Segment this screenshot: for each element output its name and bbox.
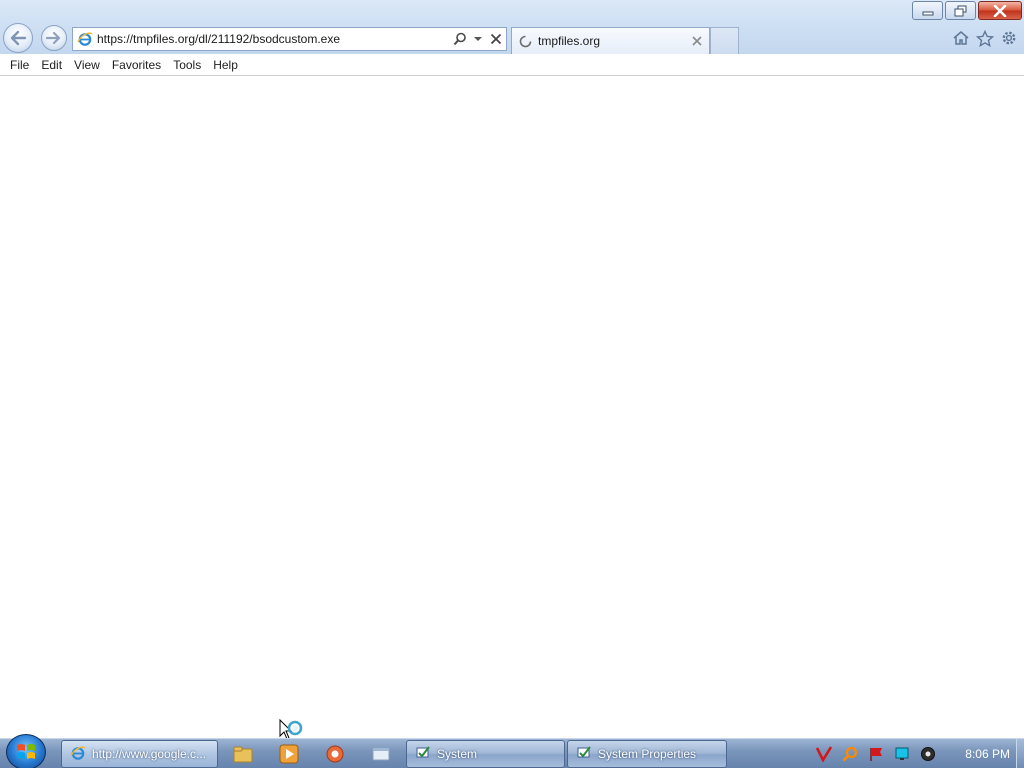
browser-titlebar: tmpfiles.org xyxy=(0,0,1024,54)
taskbar-system-button[interactable]: System xyxy=(406,740,565,768)
restore-button[interactable] xyxy=(945,1,976,20)
taskbar-system-properties-label: System Properties xyxy=(598,747,697,761)
close-button[interactable] xyxy=(978,1,1022,20)
system-properties-icon xyxy=(576,745,592,764)
explorer-icon[interactable] xyxy=(232,743,254,765)
close-icon xyxy=(993,4,1007,17)
ie-icon xyxy=(75,29,95,49)
taskbar-ie-label: http://www.google.c... xyxy=(92,747,207,761)
dropdown-icon[interactable] xyxy=(470,29,486,49)
tab-close-icon[interactable] xyxy=(689,33,705,49)
start-button[interactable] xyxy=(6,734,46,768)
show-desktop-button[interactable] xyxy=(1016,739,1024,768)
command-icons xyxy=(952,28,1018,48)
stop-icon[interactable] xyxy=(488,29,504,49)
menu-file[interactable]: File xyxy=(4,56,35,74)
media-player-icon[interactable] xyxy=(278,743,300,765)
taskbar-clock[interactable]: 8:06 PM xyxy=(965,747,1010,761)
back-arrow-icon xyxy=(10,30,27,46)
back-button[interactable] xyxy=(3,23,33,53)
forward-button[interactable] xyxy=(41,25,67,51)
minimize-icon xyxy=(922,11,933,15)
menu-view[interactable]: View xyxy=(68,56,106,74)
menu-edit[interactable]: Edit xyxy=(35,56,68,74)
restore-icon xyxy=(954,5,966,16)
menu-bar: File Edit View Favorites Tools Help xyxy=(0,54,1024,76)
system-icon xyxy=(415,745,431,764)
menu-tools[interactable]: Tools xyxy=(167,56,207,74)
volume-icon[interactable] xyxy=(919,745,937,763)
flag-icon[interactable] xyxy=(867,745,885,763)
window-icon[interactable] xyxy=(370,743,392,765)
minimize-button[interactable] xyxy=(912,1,943,20)
url-input[interactable] xyxy=(95,29,452,49)
taskbar: http://www.google.c... System System Pro… xyxy=(0,734,1024,768)
tab-tmpfiles[interactable]: tmpfiles.org xyxy=(511,27,710,54)
page-content[interactable] xyxy=(0,77,1024,738)
loading-spinner-icon xyxy=(518,34,532,48)
ie-icon xyxy=(70,745,86,764)
address-bar[interactable] xyxy=(72,27,507,51)
network-icon[interactable] xyxy=(893,745,911,763)
favorites-star-icon[interactable] xyxy=(976,28,994,48)
menu-favorites[interactable]: Favorites xyxy=(106,56,167,74)
system-tray: 8:06 PM xyxy=(815,739,1014,768)
taskbar-system-properties-button[interactable]: System Properties xyxy=(567,740,727,768)
taskbar-ie-button[interactable]: http://www.google.c... xyxy=(61,740,218,768)
search-icon[interactable] xyxy=(452,29,468,49)
menu-help[interactable]: Help xyxy=(207,56,244,74)
forward-arrow-icon xyxy=(46,31,61,45)
taskbar-system-label: System xyxy=(437,747,478,761)
tab-label: tmpfiles.org xyxy=(538,34,601,48)
windows-logo-icon xyxy=(17,744,35,759)
app-icon[interactable] xyxy=(324,743,346,765)
v-antivirus-icon[interactable] xyxy=(815,745,833,763)
window-controls xyxy=(912,1,1022,20)
search-tray-icon[interactable] xyxy=(841,745,859,763)
tools-gear-icon[interactable] xyxy=(1000,28,1018,48)
home-icon[interactable] xyxy=(952,28,970,48)
new-tab-button[interactable] xyxy=(710,27,739,54)
